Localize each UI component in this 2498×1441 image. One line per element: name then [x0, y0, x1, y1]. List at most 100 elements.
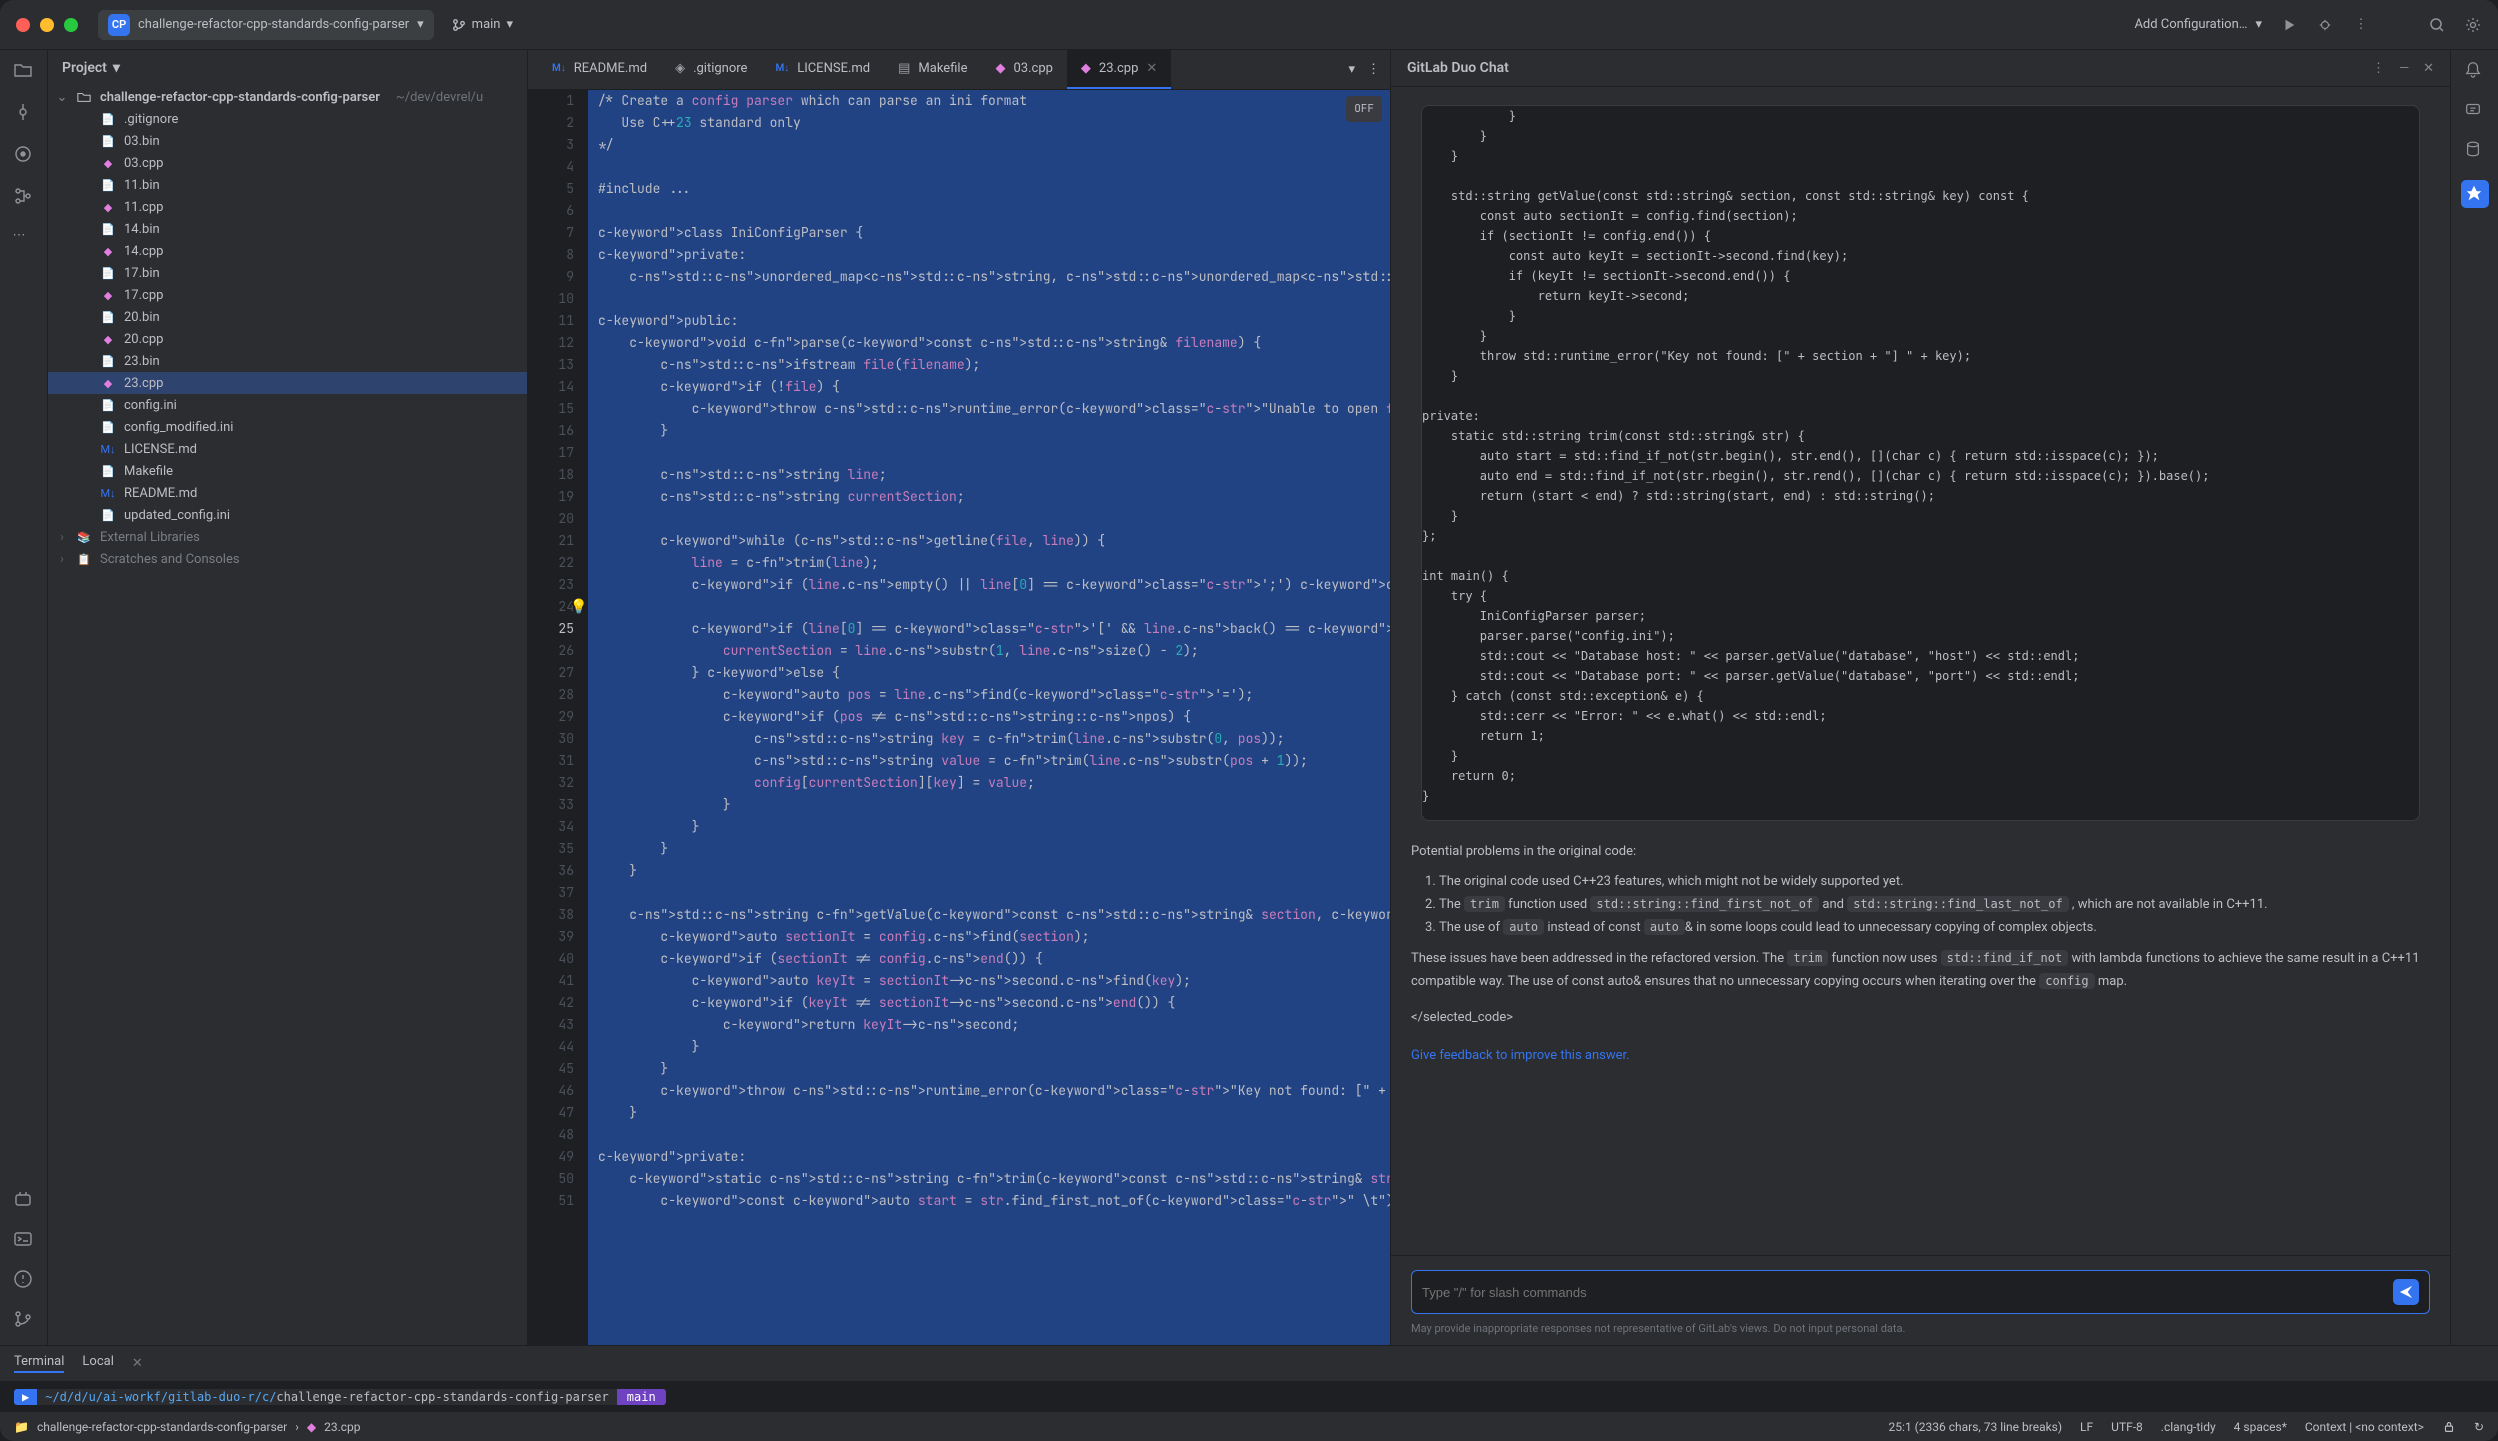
tree-item[interactable]: 📄 config.ini: [48, 394, 527, 416]
tab-local[interactable]: Local: [82, 1354, 113, 1373]
tree-item[interactable]: 📄20.bin: [48, 306, 527, 328]
editor-tab[interactable]: ◆23.cpp✕: [1067, 50, 1171, 89]
debug-icon[interactable]: [2316, 16, 2334, 34]
close-window-button[interactable]: [16, 18, 30, 32]
tree-scratches[interactable]: › 📋 Scratches and Consoles: [48, 548, 527, 570]
panel-title: Project: [62, 60, 107, 76]
chevron-down-icon: ▾: [417, 17, 424, 32]
feedback-link[interactable]: Give feedback to improve this answer.: [1411, 1045, 1630, 1067]
tree-item[interactable]: 📄 03.bin: [48, 130, 527, 152]
tree-item[interactable]: ◆14.cpp: [48, 240, 527, 262]
tree-item[interactable]: 📄config_modified.ini: [48, 416, 527, 438]
linter-profile[interactable]: .clang-tidy: [2161, 1420, 2216, 1434]
tree-item-label: config.ini: [124, 398, 177, 413]
database-icon[interactable]: [2464, 140, 2486, 162]
editor-tab[interactable]: M↓README.md: [538, 50, 661, 89]
more-icon[interactable]: ⋮: [2372, 61, 2385, 76]
services-icon[interactable]: [13, 1189, 35, 1211]
tree-external-libs[interactable]: › 📚 External Libraries: [48, 526, 527, 548]
file-icon: 📄: [100, 111, 116, 127]
chevron-down-icon: ▾: [2255, 17, 2262, 32]
assistant-icon[interactable]: [2464, 100, 2486, 122]
more-tools-icon[interactable]: ⋯: [13, 228, 35, 250]
inspection-off-badge[interactable]: OFF: [1346, 96, 1382, 122]
structure-tool-icon[interactable]: [13, 186, 35, 208]
commit-tool-icon[interactable]: [13, 102, 35, 124]
tree-item[interactable]: 📄11.bin: [48, 174, 527, 196]
more-icon[interactable]: ⋮: [1367, 62, 1380, 77]
file-icon: 📄: [100, 133, 116, 149]
tree-item[interactable]: ◆03.cpp: [48, 152, 527, 174]
chat-input[interactable]: [1422, 1285, 2393, 1300]
context-widget[interactable]: Context | <no context>: [2305, 1420, 2424, 1434]
file-icon: ◆: [100, 287, 116, 303]
notifications-icon[interactable]: [2464, 60, 2486, 82]
tab-label: Makefile: [918, 61, 967, 76]
gitlab-duo-icon[interactable]: [2461, 180, 2489, 208]
tree-item[interactable]: 📄Makefile: [48, 460, 527, 482]
left-tool-rail: ⋯: [0, 50, 48, 1345]
tree-item[interactable]: ◆17.cpp: [48, 284, 527, 306]
tree-item[interactable]: M↓README.md: [48, 482, 527, 504]
line-ending[interactable]: LF: [2080, 1420, 2093, 1434]
editor-tab[interactable]: M↓LICENSE.md: [761, 50, 884, 89]
send-button[interactable]: [2393, 1279, 2419, 1305]
tree-item[interactable]: ◆20.cpp: [48, 328, 527, 350]
more-icon[interactable]: ⋮: [2352, 16, 2370, 34]
branch-name: main: [472, 17, 501, 32]
close-icon[interactable]: ✕: [2423, 61, 2434, 76]
terminal-tool-icon[interactable]: [13, 1229, 35, 1251]
breadcrumb-file[interactable]: 23.cpp: [324, 1420, 360, 1434]
settings-gear-icon[interactable]: [2464, 16, 2482, 34]
encoding[interactable]: UTF-8: [2111, 1420, 2143, 1434]
tree-item-label: 03.bin: [124, 134, 160, 149]
intention-bulb-icon[interactable]: 💡: [570, 596, 587, 618]
minimize-icon[interactable]: —: [2399, 61, 2409, 76]
readonly-toggle-icon[interactable]: [2442, 1420, 2456, 1434]
cursor-position[interactable]: 25:1 (2336 chars, 73 line breaks): [1889, 1420, 2063, 1434]
problems-tool-icon[interactable]: [13, 1269, 35, 1291]
file-icon: 📄: [100, 177, 116, 193]
chevron-down-icon[interactable]: ▾: [1348, 62, 1355, 77]
tree-item[interactable]: M↓LICENSE.md: [48, 438, 527, 460]
tree-item[interactable]: ◆ 23.cpp: [48, 372, 527, 394]
editor-tab[interactable]: ◆03.cpp: [981, 50, 1066, 89]
tree-item[interactable]: ◆11.cpp: [48, 196, 527, 218]
project-switcher[interactable]: CP challenge-refactor-cpp-standards-conf…: [98, 10, 434, 40]
vcs-tool-icon[interactable]: [13, 1309, 35, 1331]
tree-item-label: 23.cpp: [124, 376, 163, 391]
tree-item[interactable]: 📄17.bin: [48, 262, 527, 284]
close-icon[interactable]: ✕: [1146, 61, 1157, 76]
tree-root[interactable]: ⌄ challenge-refactor-cpp-standards-confi…: [48, 86, 527, 108]
run-icon[interactable]: [2280, 16, 2298, 34]
terminal-content[interactable]: ▶ ~/d/d/u/ai-workf/gitlab-duo-r/c/challe…: [0, 1381, 2498, 1411]
run-config-selector[interactable]: Add Configuration… ▾: [2134, 17, 2262, 32]
editor-tab[interactable]: ◈.gitignore: [661, 50, 761, 89]
tree-item[interactable]: 📄14.bin: [48, 218, 527, 240]
code-editor[interactable]: OFF 💡 1234567891011121314151617181920212…: [528, 90, 1390, 1345]
vcs-branch-widget[interactable]: main ▾: [452, 17, 513, 32]
tree-item[interactable]: 📄23.bin: [48, 350, 527, 372]
maximize-window-button[interactable]: [64, 18, 78, 32]
bookmark-tool-icon[interactable]: [13, 144, 35, 166]
chevron-right-icon: ›: [56, 530, 68, 545]
file-icon: 📄: [100, 397, 116, 413]
editor-tab[interactable]: ▤Makefile: [884, 50, 981, 89]
breadcrumb-root[interactable]: challenge-refactor-cpp-standards-config-…: [37, 1420, 287, 1434]
tab-terminal[interactable]: Terminal: [14, 1354, 64, 1373]
file-icon: ◆: [100, 375, 116, 391]
sync-icon[interactable]: ↻: [2474, 1420, 2484, 1434]
cpp-icon: ◆: [307, 1420, 316, 1434]
tree-item[interactable]: 📄updated_config.ini: [48, 504, 527, 526]
scratch-icon: 📋: [76, 551, 92, 567]
search-icon[interactable]: [2428, 16, 2446, 34]
tree-item[interactable]: 📄.gitignore: [48, 108, 527, 130]
project-initials: CP: [108, 14, 130, 36]
chat-panel: GitLab Duo Chat ⋮ — ✕ } } } std::string …: [1390, 50, 2450, 1345]
project-tool-icon[interactable]: [13, 60, 35, 82]
close-icon[interactable]: ✕: [132, 1356, 143, 1371]
indent-setting[interactable]: 4 spaces*: [2234, 1420, 2287, 1434]
tree-item-label: 20.bin: [124, 310, 160, 325]
panel-header[interactable]: Project ▾: [48, 50, 527, 86]
minimize-window-button[interactable]: [40, 18, 54, 32]
